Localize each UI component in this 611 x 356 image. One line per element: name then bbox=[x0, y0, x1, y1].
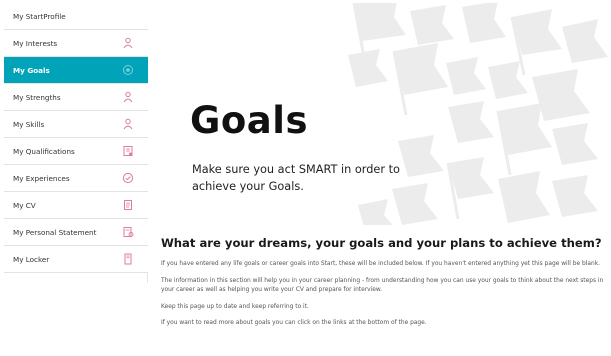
check-circle-icon bbox=[122, 172, 134, 184]
sidebar-nav: My StartProfile My Interests My Goals My… bbox=[4, 3, 148, 283]
person-icon bbox=[123, 91, 133, 103]
sidebar-item-label: My StartProfile bbox=[13, 11, 66, 21]
sidebar-item-label: My Qualifications bbox=[13, 146, 75, 156]
sidebar-item-label: My CV bbox=[13, 200, 36, 210]
intro-paragraph: If you have entered any life goals or ca… bbox=[161, 261, 601, 267]
intro-paragraph: Keep this page up to date and keep refer… bbox=[161, 303, 309, 310]
sidebar-item-my-goals[interactable]: My Goals bbox=[4, 57, 148, 84]
sidebar-item-my-startprofile[interactable]: My StartProfile bbox=[4, 3, 148, 30]
locker-icon bbox=[124, 253, 132, 265]
statement-icon bbox=[123, 227, 134, 237]
intro-paragraph: The information in this section will hel… bbox=[161, 277, 604, 294]
sidebar-item-my-interests[interactable]: My Interests bbox=[4, 30, 148, 57]
sidebar-item-my-cv[interactable]: My CV bbox=[4, 192, 148, 219]
sidebar-item-my-skills[interactable]: My Skills bbox=[4, 111, 148, 138]
person-icon bbox=[123, 37, 133, 49]
sidebar-item-my-qualifications[interactable]: My Qualifications bbox=[4, 138, 148, 165]
hero-banner: Goals Make sure you act SMART in order t… bbox=[148, 3, 611, 225]
sidebar-item-label: My Locker bbox=[13, 254, 50, 264]
certificate-icon bbox=[123, 146, 133, 156]
sidebar-item-my-experiences[interactable]: My Experiences bbox=[4, 165, 148, 192]
sidebar-item-label: My Interests bbox=[13, 38, 58, 48]
intro-paragraph: If you want to read more about goals you… bbox=[161, 320, 427, 326]
person-icon bbox=[123, 118, 133, 130]
sidebar-item-label: My Skills bbox=[13, 119, 45, 129]
sidebar-item-label: My Goals bbox=[13, 65, 50, 75]
sidebar-item-my-locker[interactable]: My Locker bbox=[4, 246, 148, 273]
goal-icon bbox=[123, 65, 133, 75]
document-icon bbox=[124, 200, 132, 210]
sidebar-item-label: My Personal Statement bbox=[13, 227, 97, 237]
sidebar-item-my-personal-statement[interactable]: My Personal Statement bbox=[4, 219, 148, 246]
page-subtitle: Make sure you act SMART in order to achi… bbox=[192, 163, 400, 193]
page-title: Goals bbox=[190, 99, 308, 142]
sidebar-item-my-strengths[interactable]: My Strengths bbox=[4, 84, 148, 111]
section-heading: What are your dreams, your goals and you… bbox=[161, 236, 602, 250]
sidebar-item-label: My Strengths bbox=[13, 92, 61, 102]
sidebar-item-label: My Experiences bbox=[13, 173, 70, 183]
goals-intro-section: What are your dreams, your goals and you… bbox=[161, 236, 607, 336]
